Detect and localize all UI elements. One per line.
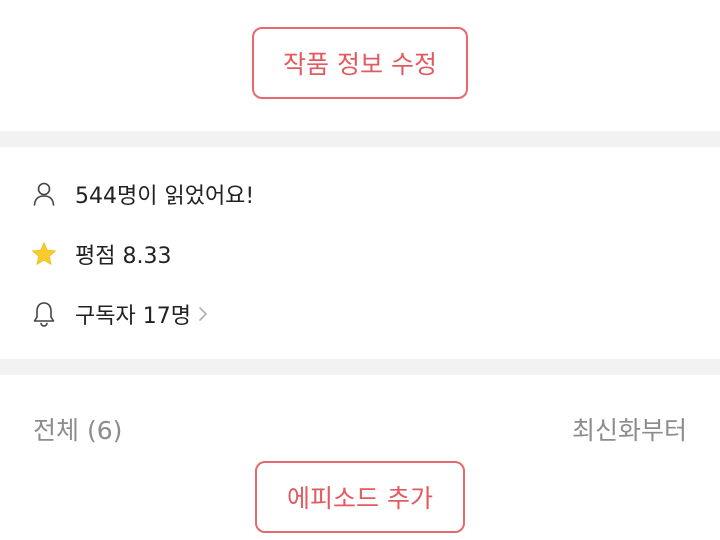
episode-filter-all[interactable]: 전체 (6) (33, 411, 122, 447)
episode-list-header: 전체 (6) 최신화부터 (0, 375, 720, 455)
readers-count-text: 544명이 읽었어요! (75, 184, 255, 209)
rating-row: 평점 8.33 (0, 234, 720, 274)
section-divider (0, 131, 720, 147)
subscribers-row[interactable]: 구독자 17명 (0, 294, 720, 334)
readers-count-row: 544명이 읽었어요! (0, 174, 720, 214)
chevron-right-icon (196, 302, 210, 326)
sort-order-toggle[interactable]: 최신화부터 (572, 411, 687, 447)
star-icon (30, 240, 58, 268)
user-icon (30, 180, 58, 208)
edit-work-info-button[interactable]: 작품 정보 수정 (252, 27, 468, 99)
rating-text: 평점 8.33 (75, 244, 172, 269)
subscribers-text: 구독자 17명 (75, 304, 191, 329)
section-divider (0, 359, 720, 375)
add-episode-button[interactable]: 에피소드 추가 (255, 461, 465, 533)
work-actions-section: 작품 정보 수정 (0, 0, 720, 131)
bell-icon (30, 300, 58, 328)
